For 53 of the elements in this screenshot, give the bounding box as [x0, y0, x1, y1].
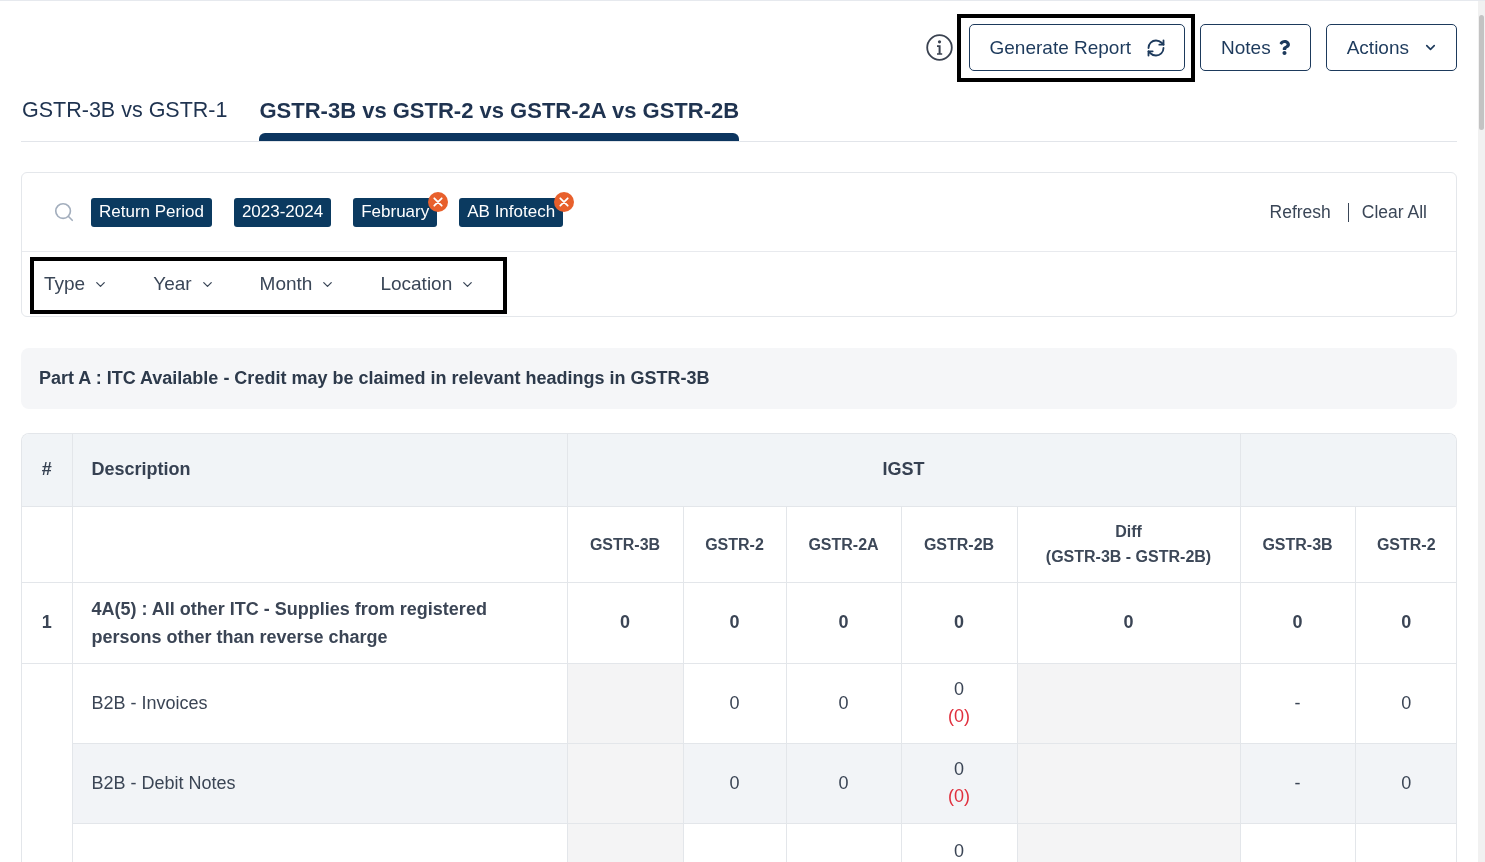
- close-icon[interactable]: [554, 191, 575, 212]
- column-header: GSTR-3B: [567, 506, 683, 582]
- filter-chip[interactable]: 2023-2024: [233, 197, 332, 227]
- filter-dropdown[interactable]: Year: [153, 272, 215, 296]
- tab[interactable]: GSTR-3B vs GSTR-2 vs GSTR-2A vs GSTR-2B: [259, 98, 740, 141]
- filter-chip[interactable]: AB Infotech: [459, 197, 564, 227]
- column-header: GSTR-2: [683, 506, 786, 582]
- filter-dropdown[interactable]: Type: [44, 272, 109, 296]
- filter-chip[interactable]: Return Period: [91, 197, 212, 227]
- toolbar-button[interactable]: Notes: [1200, 24, 1311, 71]
- column-header: GSTR-3B: [1240, 506, 1355, 582]
- variance-value: (0): [947, 705, 971, 728]
- info-icon[interactable]: [925, 34, 953, 61]
- cell-value: 0: [953, 758, 965, 781]
- table-cell: 0: [1017, 582, 1240, 663]
- table-cell: 0: [1355, 582, 1456, 663]
- link-button[interactable]: Refresh: [1269, 201, 1331, 223]
- table-cell: 0: [786, 743, 901, 823]
- filter-dropdown[interactable]: Location: [380, 272, 476, 296]
- column-header: Diff (GSTR-3B - GSTR-2B): [1017, 506, 1240, 582]
- table-cell: 4A(5) : All other ITC - Supplies from registered persons other than reverse charge: [72, 582, 567, 663]
- scrollbar[interactable]: [1478, 1, 1485, 862]
- column-group-header: IGST: [567, 434, 1240, 506]
- table-cell: 0: [1355, 743, 1456, 823]
- toolbar-button[interactable]: Actions: [1325, 24, 1457, 71]
- table-cell: 0: [901, 582, 1017, 663]
- table-cell: 0: [786, 663, 901, 743]
- table-cell: 0: [1355, 663, 1456, 743]
- column-header: GSTR-2B: [901, 506, 1017, 582]
- scrollbar-thumb[interactable]: [1479, 15, 1484, 130]
- close-icon[interactable]: [428, 191, 449, 212]
- variance-value: (0): [947, 785, 971, 808]
- table-cell: 0: [786, 582, 901, 663]
- toolbar-button[interactable]: Generate Report: [968, 24, 1186, 71]
- column-header: Description: [72, 434, 567, 506]
- column-header: #: [22, 434, 72, 506]
- table-cell: 1: [22, 582, 72, 663]
- table-cell: 0: [1240, 582, 1355, 663]
- table-cell: -: [1240, 743, 1355, 823]
- refresh-icon: [1146, 37, 1167, 58]
- filter-dropdown[interactable]: Month: [259, 272, 336, 296]
- section-title: Part A : ITC Available - Credit may be claimed in relevant headings in GSTR-3B: [21, 348, 1457, 409]
- table-cell: -: [1240, 663, 1355, 743]
- column-header: GSTR-2: [1355, 506, 1456, 582]
- table-cell: 0: [683, 663, 786, 743]
- tab[interactable]: GSTR-3B vs GSTR-1: [22, 98, 228, 141]
- link-button[interactable]: Clear All: [1361, 201, 1427, 223]
- table-cell: 0: [567, 582, 683, 663]
- table-cell: 0: [683, 582, 786, 663]
- table-cell: 0: [683, 743, 786, 823]
- cell-value: 0: [953, 678, 965, 701]
- column-header: GSTR-2A: [786, 506, 901, 582]
- filter-chip[interactable]: February: [353, 197, 438, 227]
